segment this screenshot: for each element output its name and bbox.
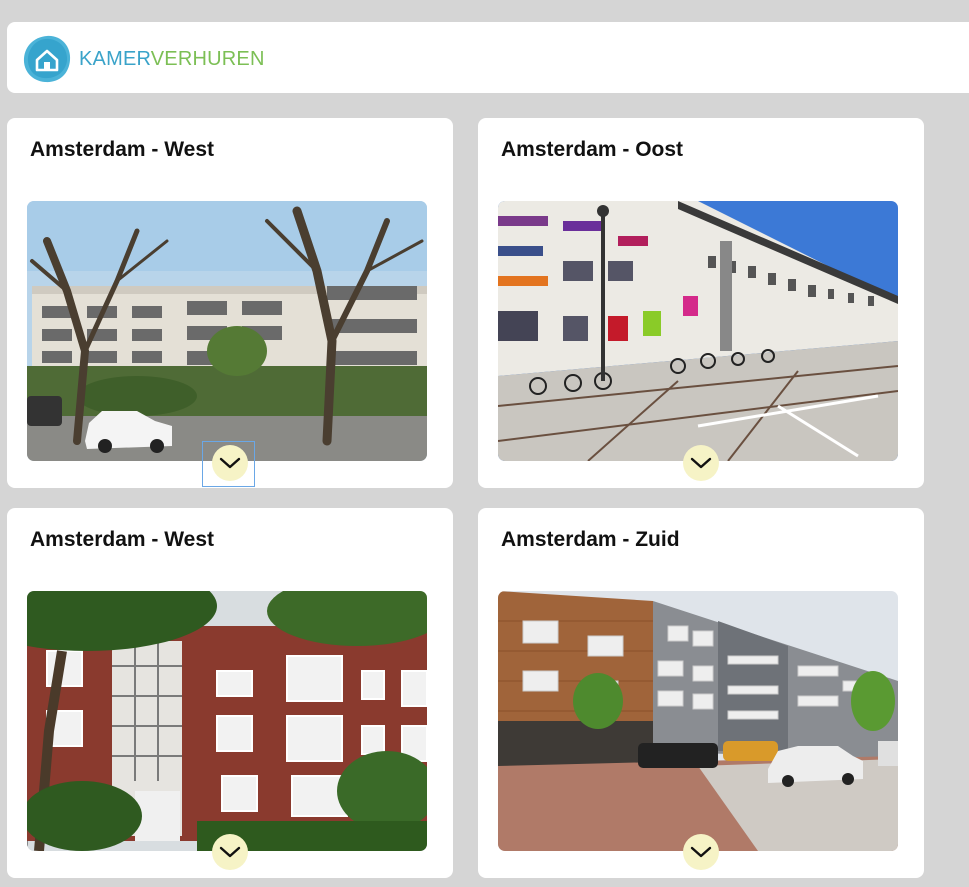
listing-photo[interactable] <box>498 591 898 851</box>
expand-button[interactable] <box>683 834 719 870</box>
listing-photo[interactable] <box>27 201 427 461</box>
apartment-photo-zuid <box>498 591 898 851</box>
card-title: Amsterdam - West <box>30 528 214 551</box>
listing-card-oost[interactable]: Amsterdam - Oost <box>478 118 924 488</box>
expand-button[interactable] <box>212 445 248 481</box>
listing-photo[interactable] <box>27 591 427 851</box>
chevron-down-icon <box>219 457 241 469</box>
chevron-down-icon <box>219 846 241 858</box>
card-title: Amsterdam - Oost <box>501 138 684 161</box>
expand-button[interactable] <box>683 445 719 481</box>
house-icon <box>23 35 71 83</box>
logo-text-kamer: KAMER <box>79 48 151 70</box>
listing-card-west-1[interactable]: Amsterdam - West <box>7 118 453 488</box>
card-title: Amsterdam - West <box>30 138 214 161</box>
chevron-down-icon <box>690 457 712 469</box>
chevron-down-icon <box>690 846 712 858</box>
logo-text-verhuren: VERHUREN <box>150 48 265 70</box>
apartment-photo-west-1 <box>27 201 427 461</box>
site-header: KAMERVERHUREN <box>7 22 969 93</box>
apartment-photo-oost <box>498 201 898 461</box>
apartment-photo-west-2 <box>27 591 427 851</box>
listing-card-west-2[interactable]: Amsterdam - West <box>7 508 453 878</box>
listing-photo[interactable] <box>498 201 898 461</box>
listing-card-zuid[interactable]: Amsterdam - Zuid <box>478 508 924 878</box>
card-title: Amsterdam - Zuid <box>501 528 680 551</box>
expand-button[interactable] <box>212 834 248 870</box>
logo[interactable]: KAMERVERHUREN <box>21 34 265 84</box>
